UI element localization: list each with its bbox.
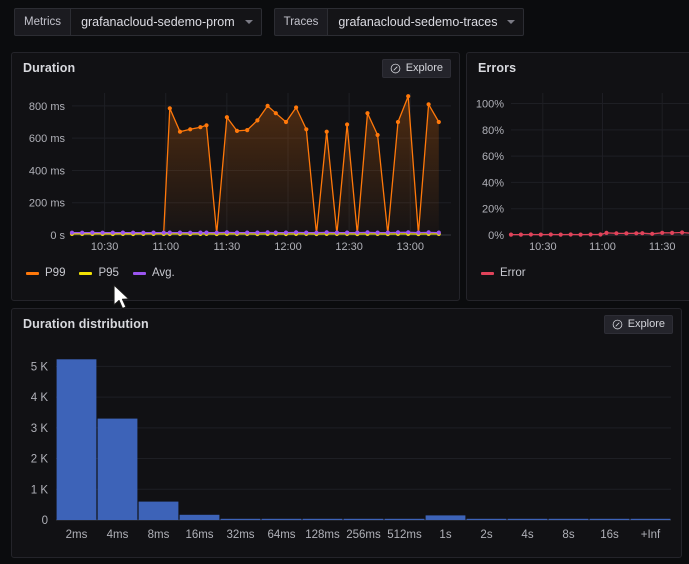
errors-chart-svg[interactable]: 0% 20% 40% 60% 80% 100% 10:30 11:00 11:30: [467, 83, 689, 263]
svg-text:11:00: 11:00: [152, 241, 179, 253]
compass-icon: [390, 63, 401, 73]
variable-value-traces[interactable]: grafanacloud-sedemo-traces: [327, 8, 525, 36]
svg-text:80%: 80%: [482, 125, 504, 137]
variable-value-traces-text: grafanacloud-sedemo-traces: [338, 15, 498, 29]
panel-duration-header: Duration Explore: [12, 53, 459, 83]
explore-button-distribution-label: Explore: [627, 318, 665, 330]
panel-errors: Errors 0% 20% 40% 60% 80% 100% 10:30 11:00 11:30…: [466, 52, 689, 301]
svg-text:64ms: 64ms: [267, 529, 295, 541]
svg-text:4s: 4s: [521, 529, 533, 541]
svg-text:1s: 1s: [439, 529, 451, 541]
svg-text:0: 0: [42, 515, 48, 527]
svg-text:60%: 60%: [482, 151, 504, 163]
variable-value-metrics[interactable]: grafanacloud-sedemo-prom: [70, 8, 262, 36]
svg-text:3 K: 3 K: [31, 423, 49, 435]
duration-plot[interactable]: 0 s 200 ms 400 ms 600 ms 800 ms 10:30 11:00 11:…: [12, 83, 459, 263]
dashboard-root: Metrics grafanacloud-sedemo-prom Traces …: [0, 0, 689, 564]
errors-plot[interactable]: 0% 20% 40% 60% 80% 100% 10:30 11:00 11:30: [467, 83, 689, 263]
variable-value-metrics-text: grafanacloud-sedemo-prom: [81, 15, 235, 29]
svg-text:400 ms: 400 ms: [29, 165, 66, 177]
svg-text:100%: 100%: [476, 99, 504, 111]
svg-text:0 s: 0 s: [50, 230, 65, 242]
panel-distribution-header: Duration distribution Explore: [12, 309, 681, 339]
svg-text:11:30: 11:30: [214, 241, 241, 253]
legend-label-error: Error: [500, 267, 526, 279]
svg-text:800 ms: 800 ms: [29, 101, 66, 113]
svg-text:16ms: 16ms: [185, 529, 213, 541]
panel-errors-header: Errors: [467, 53, 689, 83]
distribution-plot[interactable]: 0 1 K 2 K 3 K 4 K 5 K 2ms 4ms 8ms 16ms 32ms 64ms 128…: [12, 339, 681, 554]
variable-bar: Metrics grafanacloud-sedemo-prom Traces …: [0, 0, 689, 36]
legend-swatch-avg: [132, 271, 146, 275]
variable-picker-traces[interactable]: Traces grafanacloud-sedemo-traces: [273, 8, 525, 36]
panel-duration: Duration Explore 0 s 200 ms 400 ms 600 ms 80…: [11, 52, 460, 301]
svg-text:16s: 16s: [600, 529, 619, 541]
svg-text:11:30: 11:30: [649, 241, 676, 253]
variable-picker-metrics[interactable]: Metrics grafanacloud-sedemo-prom: [14, 8, 262, 36]
explore-button-duration[interactable]: Explore: [381, 58, 451, 78]
svg-text:0%: 0%: [488, 230, 504, 242]
legend-item-error[interactable]: Error: [481, 267, 526, 279]
svg-text:32ms: 32ms: [226, 529, 254, 541]
legend-label-p95: P95: [98, 267, 119, 279]
panel-duration-distribution: Duration distribution Explore 0 1 K 2 K 3 K…: [11, 308, 682, 558]
panel-title-duration: Duration: [23, 61, 76, 75]
variable-label-metrics: Metrics: [14, 8, 71, 36]
variable-label-traces: Traces: [273, 8, 328, 36]
svg-text:4 K: 4 K: [31, 392, 49, 404]
explore-button-distribution[interactable]: Explore: [603, 314, 673, 334]
svg-text:2ms: 2ms: [66, 529, 88, 541]
svg-text:2s: 2s: [480, 529, 492, 541]
legend-item-avg[interactable]: Avg.: [132, 267, 175, 279]
svg-text:600 ms: 600 ms: [29, 133, 66, 145]
legend-item-p95[interactable]: P95: [79, 267, 119, 279]
chevron-down-icon[interactable]: [244, 20, 253, 24]
svg-text:13:00: 13:00: [396, 241, 424, 253]
explore-button-duration-label: Explore: [405, 62, 443, 74]
chevron-down-icon[interactable]: [507, 20, 516, 24]
svg-text:2 K: 2 K: [31, 454, 49, 466]
legend-label-avg: Avg.: [151, 267, 175, 279]
svg-text:256ms: 256ms: [346, 529, 381, 541]
svg-text:+Inf: +Inf: [641, 529, 661, 541]
legend-swatch-error: [481, 271, 494, 275]
svg-text:10:30: 10:30: [91, 241, 119, 253]
compass-icon: [612, 319, 623, 329]
svg-text:1 K: 1 K: [31, 484, 49, 496]
svg-text:40%: 40%: [482, 177, 504, 189]
svg-text:512ms: 512ms: [387, 529, 422, 541]
svg-text:11:00: 11:00: [589, 241, 616, 253]
panel-title-duration-distribution: Duration distribution: [23, 317, 149, 331]
duration-chart-svg[interactable]: 0 s 200 ms 400 ms 600 ms 800 ms 10:30 11:00 11:…: [12, 83, 459, 263]
errors-legend: Error: [467, 263, 689, 279]
svg-text:200 ms: 200 ms: [29, 198, 66, 210]
svg-text:12:00: 12:00: [274, 241, 302, 253]
svg-text:5 K: 5 K: [31, 361, 49, 373]
legend-item-p99[interactable]: P99: [26, 267, 65, 279]
panel-title-errors: Errors: [478, 61, 517, 75]
svg-text:12:30: 12:30: [335, 241, 363, 253]
svg-text:128ms: 128ms: [305, 529, 340, 541]
svg-text:4ms: 4ms: [107, 529, 129, 541]
svg-text:20%: 20%: [482, 204, 504, 216]
legend-swatch-p99: [26, 271, 39, 275]
distribution-chart-svg[interactable]: 0 1 K 2 K 3 K 4 K 5 K 2ms 4ms 8ms 16ms 32ms 64ms 128…: [12, 339, 681, 554]
legend-label-p99: P99: [45, 267, 66, 279]
svg-text:10:30: 10:30: [529, 241, 557, 253]
duration-legend: P99 P95 Avg.: [12, 263, 459, 279]
svg-text:8s: 8s: [562, 529, 574, 541]
svg-text:8ms: 8ms: [148, 529, 170, 541]
legend-swatch-p95: [79, 271, 93, 275]
